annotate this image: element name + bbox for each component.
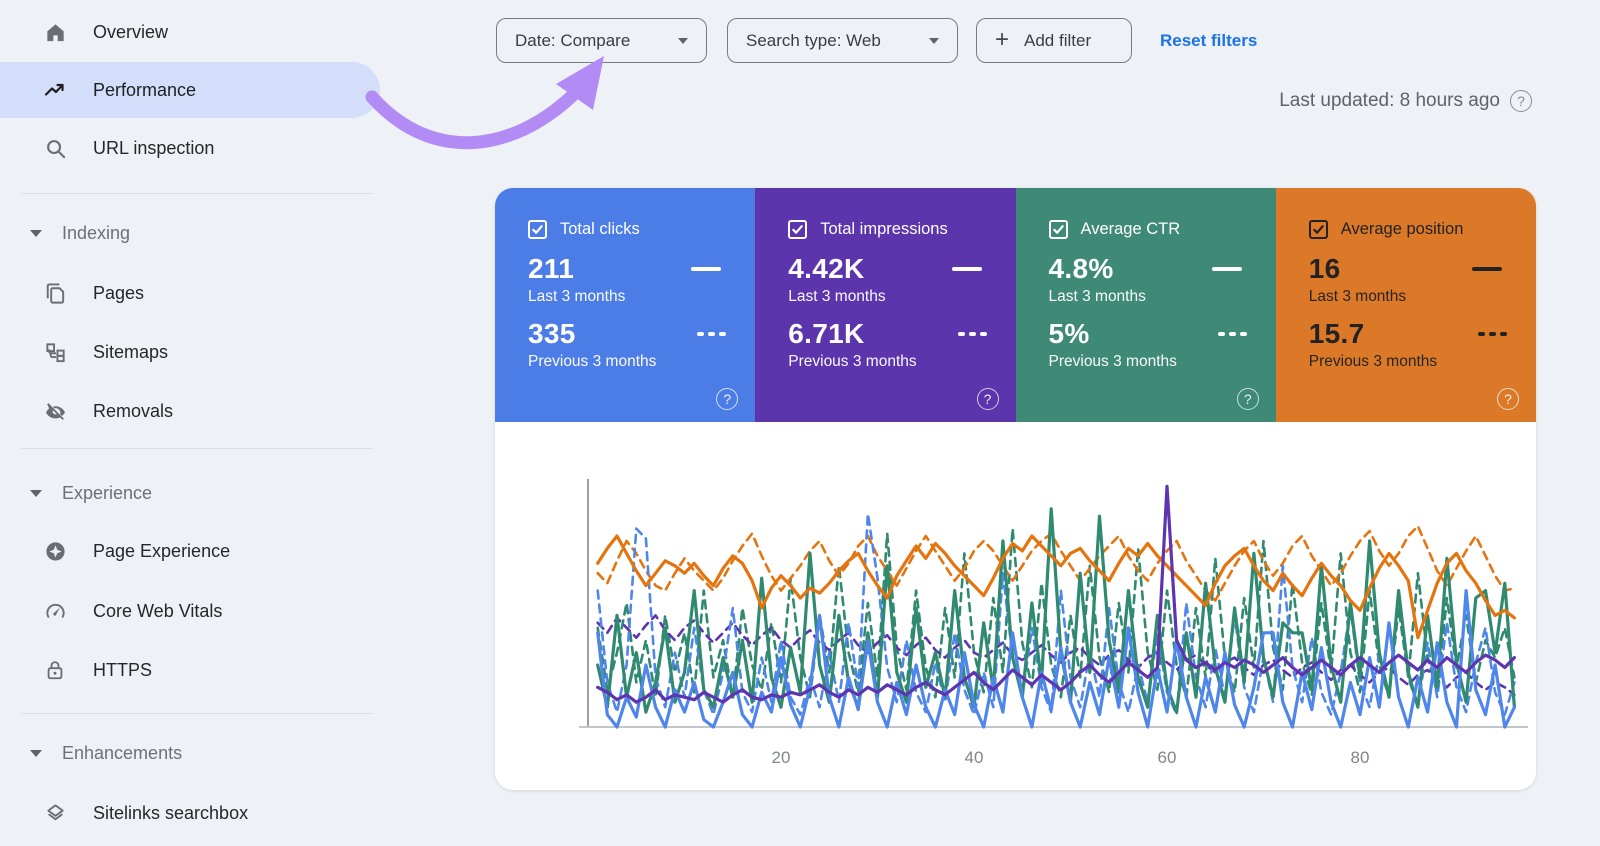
search-icon — [43, 136, 67, 160]
sidebar-section-label: Experience — [62, 482, 153, 503]
performance-icon — [43, 78, 67, 102]
sidebar-item-core-web-vitals[interactable]: Core Web Vitals — [43, 589, 222, 633]
sidebar-item-label: URL inspection — [93, 137, 215, 158]
chevron-down-icon — [30, 229, 42, 237]
chevron-down-icon — [678, 37, 688, 44]
sidebar-item-label: Overview — [93, 21, 169, 42]
sidebar-item-overview[interactable]: Overview — [43, 10, 168, 54]
sidebar-section-label: Indexing — [62, 222, 131, 243]
sitemaps-icon — [43, 340, 67, 364]
svg-text:60: 60 — [1158, 748, 1177, 767]
svg-text:80: 80 — [1351, 748, 1370, 767]
plus-icon: + — [995, 25, 1010, 53]
sidebar-item-removals[interactable]: Removals — [43, 389, 173, 433]
sidebar-section-experience[interactable]: Experience — [30, 471, 152, 515]
sidebar-item-page-experience[interactable]: Page Experience — [43, 529, 230, 573]
sidebar-item-url-inspection[interactable]: URL inspection — [43, 126, 214, 170]
sidebar-item-sitemaps[interactable]: Sitemaps — [43, 330, 168, 374]
last-updated-text: Last updated: 8 hours ago — [1279, 90, 1500, 111]
sidebar-section-label: Enhancements — [62, 742, 183, 763]
sidebar-item-pages[interactable]: Pages — [43, 271, 144, 315]
date-filter-chip[interactable]: Date: Compare — [496, 18, 707, 63]
performance-chart[interactable]: 20 40 60 80 — [495, 188, 1536, 790]
sidebar-item-label: HTTPS — [93, 659, 153, 680]
sidebar-item-label: Sitemaps — [93, 341, 169, 362]
chevron-down-icon — [30, 749, 42, 757]
search-type-label: Search type: Web — [746, 30, 881, 50]
sidebar-item-performance[interactable]: Performance — [0, 62, 380, 118]
sidebar-item-https[interactable]: HTTPS — [43, 648, 152, 692]
sidebar-item-label: Performance — [93, 79, 197, 100]
chevron-down-icon — [30, 489, 42, 497]
sidebar-section-enhancements[interactable]: Enhancements — [30, 731, 182, 775]
search-type-filter-chip[interactable]: Search type: Web — [727, 18, 958, 63]
sidebar-item-label: Removals — [93, 400, 174, 421]
sidebar: Overview Performance URL inspection Inde… — [0, 0, 430, 846]
speedometer-icon — [43, 599, 67, 623]
layers-icon — [43, 801, 67, 825]
sidebar-item-label: Page Experience — [93, 540, 231, 561]
sidebar-divider — [21, 448, 373, 449]
date-filter-label: Date: Compare — [515, 30, 631, 50]
lock-icon — [43, 658, 67, 682]
home-icon — [43, 20, 67, 44]
sidebar-divider — [21, 713, 373, 714]
chevron-down-icon — [929, 37, 939, 44]
add-filter-button[interactable]: + Add filter — [976, 18, 1132, 63]
sidebar-item-label: Sitelinks searchbox — [93, 802, 249, 823]
sidebar-item-label: Pages — [93, 282, 145, 303]
help-icon[interactable]: ? — [1510, 90, 1532, 112]
svg-text:40: 40 — [965, 748, 984, 767]
sidebar-divider — [21, 193, 373, 194]
reset-filters-link[interactable]: Reset filters — [1160, 18, 1257, 63]
pages-icon — [43, 281, 67, 305]
sidebar-item-sitelinks-searchbox[interactable]: Sitelinks searchbox — [43, 791, 248, 835]
add-filter-label: Add filter — [1024, 30, 1092, 50]
page-experience-icon — [43, 539, 67, 563]
svg-text:20: 20 — [772, 748, 791, 767]
eye-off-icon — [43, 399, 67, 423]
sidebar-section-indexing[interactable]: Indexing — [30, 211, 130, 255]
last-updated: Last updated: 8 hours ago ? — [1279, 90, 1532, 112]
performance-panel: Total clicks 211 Last 3 months 335 Previ… — [495, 188, 1536, 790]
sidebar-item-label: Core Web Vitals — [93, 600, 223, 621]
